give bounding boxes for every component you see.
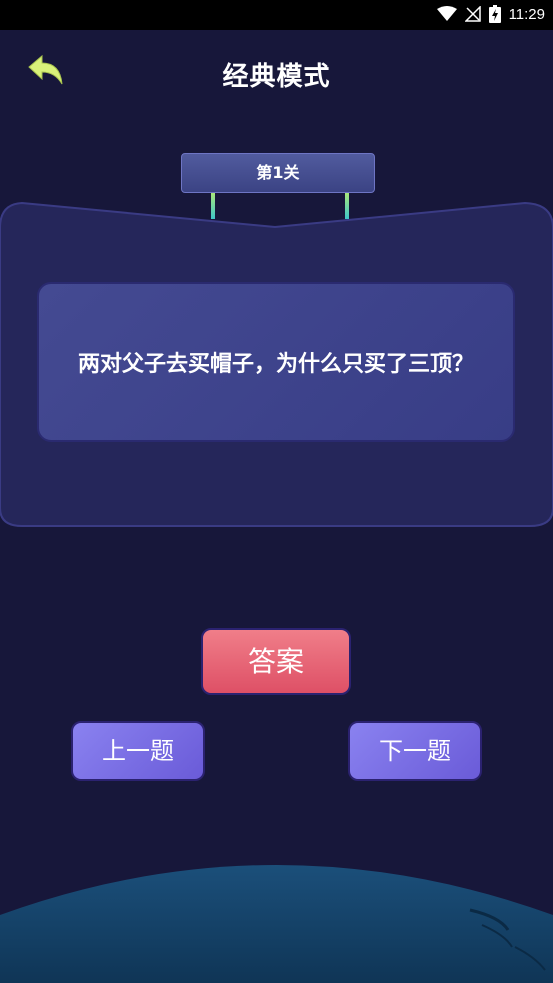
no-signal-icon	[464, 6, 481, 22]
next-question-button[interactable]: 下一题	[348, 721, 482, 781]
question-box: 两对父子去买帽子，为什么只买了三顶？	[37, 282, 515, 442]
hanger-right	[345, 193, 349, 219]
level-label: 第1关	[181, 153, 375, 193]
status-icons: 11:29	[436, 5, 545, 23]
wifi-icon	[436, 6, 457, 21]
clock-time: 11:29	[508, 5, 545, 23]
prev-question-button[interactable]: 上一题	[71, 721, 205, 781]
page-title: 经典模式	[222, 62, 331, 92]
answer-button[interactable]: 答案	[201, 628, 351, 695]
planet-decoration	[0, 865, 553, 983]
question-text: 两对父子去买帽子，为什么只买了三顶？	[77, 352, 474, 377]
battery-charging-icon	[488, 5, 501, 23]
status-bar: 11:29	[0, 0, 553, 30]
hanger-left	[211, 193, 215, 219]
